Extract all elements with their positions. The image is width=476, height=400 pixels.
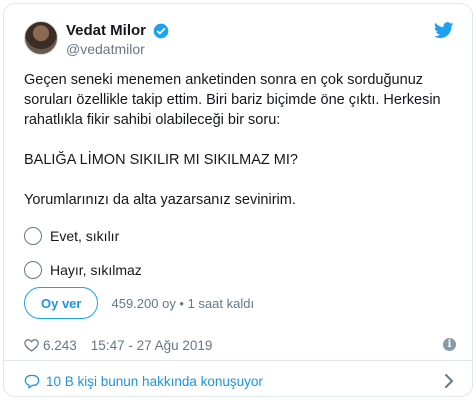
verified-badge-icon [154,23,169,39]
speech-bubble-icon [24,374,40,389]
tweet-question: BALIĞA LİMON SIKILIR MI SIKILMAZ MI? [24,152,298,168]
twitter-bird-icon[interactable] [434,22,454,39]
tweet-line: rahatlıkla fikir sahibi olabileceği bir … [24,112,281,128]
timestamp[interactable]: 15:47 - 27 Ağu 2019 [91,338,213,353]
like-count[interactable]: 6.243 [43,338,77,353]
tweet-closing: Yorumlarınızı da alta yazarsanız sevinir… [24,192,296,208]
display-name[interactable]: Vedat Milor [66,22,146,39]
poll-option-label: Hayır, sıkılmaz [50,262,142,278]
author-block: Vedat Milor @vedatmilor [66,22,169,57]
conversation-link[interactable]: 10 B kişi bunun hakkında konuşuyor [24,369,456,393]
poll-option-label: Evet, sıkılır [50,228,120,244]
tweet-text: Geçen seneki menemen anketinden sonra en… [24,70,464,210]
poll: Evet, sıkılır Hayır, sıkılmaz [24,219,454,287]
divider [4,360,472,361]
vote-button[interactable]: Oy ver [24,287,99,319]
radio-button[interactable] [24,227,42,245]
poll-option-yes[interactable]: Evet, sıkılır [24,219,454,253]
user-handle[interactable]: @vedatmilor [66,41,169,57]
info-icon[interactable]: i [443,338,456,351]
heart-icon[interactable] [24,338,39,352]
radio-button[interactable] [24,261,42,279]
tweet-line: soruları özellikle takip ettim. Biri bar… [24,92,441,108]
chevron-right-icon[interactable] [444,374,454,388]
vote-row: Oy ver 459.200 oy • 1 saat kaldı [24,286,254,320]
tweet-header: Vedat Milor @vedatmilor [24,18,454,62]
avatar[interactable] [24,21,58,55]
conversation-text: 10 B kişi bunun hakkında konuşuyor [46,373,263,389]
tweet-footer: 6.243 15:47 - 27 Ağu 2019 i [24,334,456,356]
tweet-line: Geçen seneki menemen anketinden sonra en… [24,72,424,88]
tweet-card: Vedat Milor @vedatmilor Geçen seneki men… [3,3,473,397]
poll-option-no[interactable]: Hayır, sıkılmaz [24,253,454,287]
poll-meta: 459.200 oy • 1 saat kaldı [111,295,255,311]
